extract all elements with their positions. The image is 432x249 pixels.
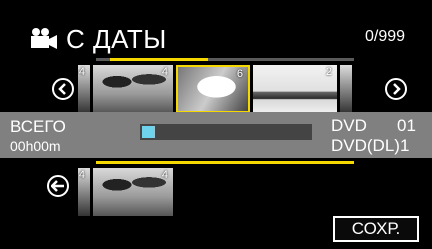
back-button[interactable] — [47, 175, 69, 197]
previous-button[interactable] — [52, 78, 74, 100]
disc-capacity-bar — [140, 124, 312, 140]
thumbnail-number: 4 — [161, 169, 168, 181]
thumbnail-number: 4 — [78, 169, 85, 181]
chevron-left-icon — [58, 83, 66, 95]
top-thumbnail-strip: 4 4 6 2 — [78, 65, 355, 113]
total-label: ВСЕГО — [10, 117, 66, 136]
thumbnail[interactable]: 4 — [78, 65, 90, 113]
next-button[interactable] — [385, 78, 407, 100]
thumbnail[interactable]: 4 — [78, 168, 90, 216]
thumbnail-selected[interactable]: 6 — [176, 65, 250, 113]
save-button[interactable]: СОХР. — [333, 216, 419, 242]
dvd-type: DVD(DL)1 — [331, 136, 410, 155]
thumbnail[interactable]: 4 — [93, 65, 173, 113]
bottom-position-bar — [96, 161, 354, 164]
thumbnail-number: 4 — [78, 66, 85, 78]
thumbnail-number: 2 — [325, 66, 332, 78]
bottom-thumbnail-strip: 4 4 — [78, 168, 176, 216]
thumbnail[interactable]: 4 — [93, 168, 173, 216]
dvd-label: DVD — [331, 116, 367, 135]
page-title: С ДАТЫ — [66, 24, 167, 54]
thumbnail[interactable] — [340, 65, 352, 113]
thumbnail-number: 4 — [161, 66, 168, 78]
thumbnail[interactable]: 2 — [253, 65, 337, 113]
top-position-bar — [96, 58, 354, 61]
arrow-left-icon — [51, 180, 64, 192]
chevron-right-icon — [393, 83, 401, 95]
thumbnail-number: 6 — [236, 68, 243, 80]
dvd-count: 01 — [397, 116, 416, 135]
total-time: 00h00m — [10, 138, 61, 154]
movie-camera-icon — [31, 28, 57, 49]
scene-counter: 0/999 — [365, 28, 406, 45]
